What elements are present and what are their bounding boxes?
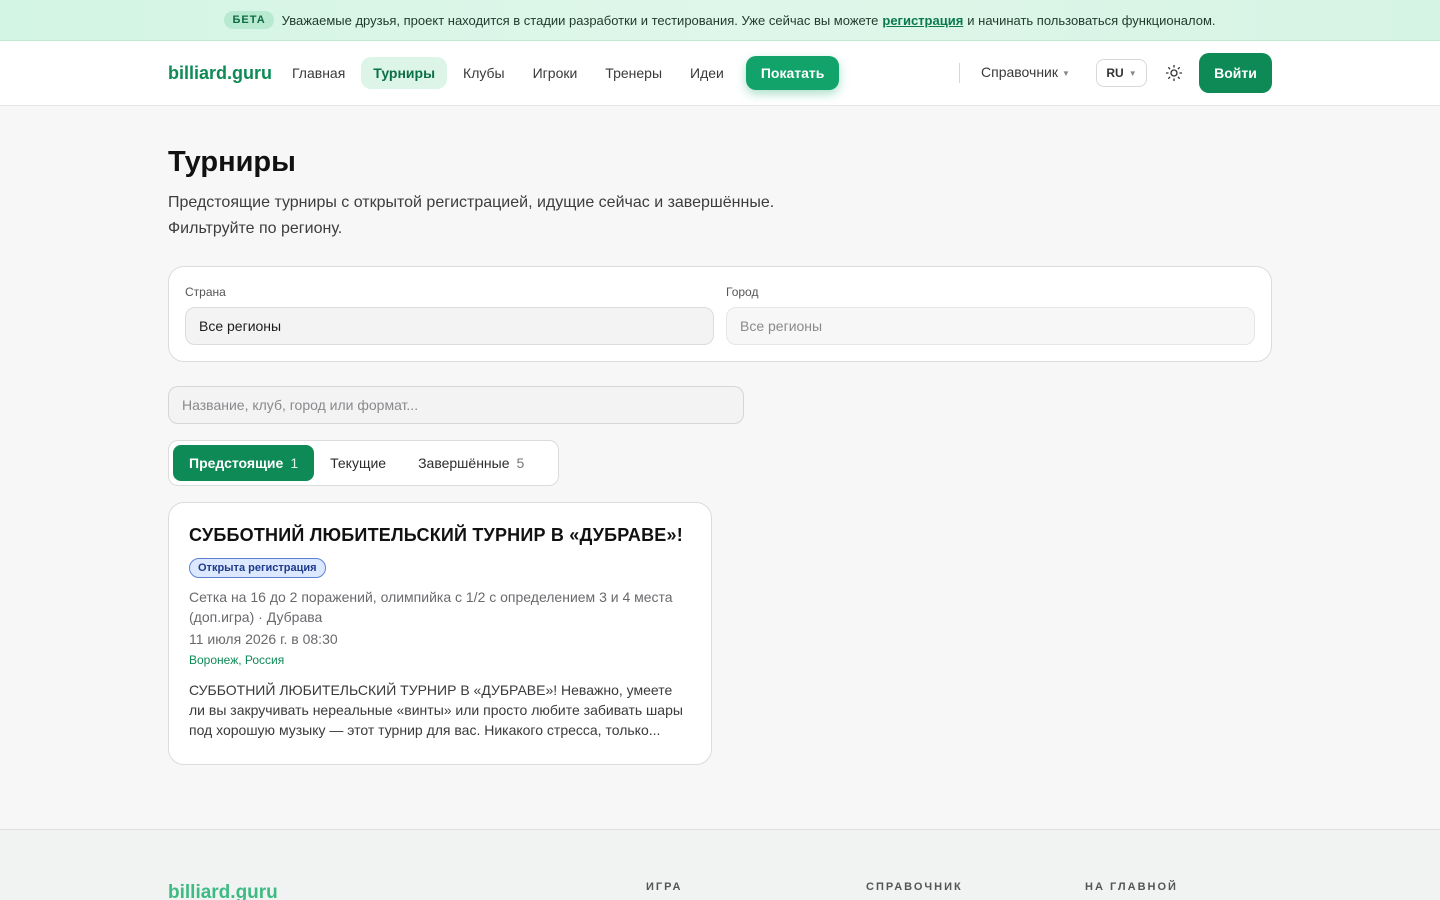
tab-current[interactable]: Текущие [314,445,402,481]
tournament-card[interactable]: СУББОТНИЙ ЛЮБИТЕЛЬСКИЙ ТУРНИР В «ДУБРАВЕ… [168,502,712,765]
page-title: Турниры [168,146,296,178]
site-logo[interactable]: billiard.guru [168,63,272,84]
tab-upcoming[interactable]: Предстоящие 1 [173,445,315,481]
theme-toggle-button[interactable] [1160,59,1188,87]
page-description: Предстоящие турниры с открытой регистрац… [168,194,775,237]
beta-banner: БЕТА Уважаемые друзья, проект находится … [0,0,1440,41]
tournament-tabs: Предстоящие 1 Текущие Завершённые 5 [168,440,559,486]
chevron-down-icon: ▼ [1128,68,1137,78]
nav-item-ideas[interactable]: Идеи [678,57,736,89]
nav-divider [959,63,960,83]
main-nav: Главная Турниры Клубы Игроки Тренеры Иде… [280,55,840,91]
tab-label: Завершённые [418,455,510,471]
nav-item-players[interactable]: Игроки [521,57,590,89]
footer-heading-game: ИГРА [646,881,683,893]
footer-logo[interactable]: billiard.guru [168,882,278,900]
nav-item-clubs[interactable]: Клубы [451,57,517,89]
beta-registration-link[interactable]: регистрация [882,13,963,28]
tournament-format: Сетка на 16 до 2 поражений, олимпийка с … [189,589,673,625]
nav-item-tournaments[interactable]: Турниры [361,57,448,89]
login-button[interactable]: Войти [1199,53,1272,93]
search-input[interactable] [168,386,744,424]
beta-badge: БЕТА [224,11,274,29]
reference-label: Справочник [981,64,1058,80]
tournament-title[interactable]: СУББОТНИЙ ЛЮБИТЕЛЬСКИЙ ТУРНИР В «ДУБРАВЕ… [189,525,691,546]
tab-label: Текущие [330,455,387,471]
status-badge: Открыта регистрация [189,558,326,578]
tab-count: 1 [290,455,299,471]
reference-dropdown[interactable]: Справочник ▼ [981,64,1070,80]
footer-heading-reference: СПРАВОЧНИК [866,881,963,893]
footer: billiard.guru ИГРА СПРАВОЧНИК НА ГЛАВНОЙ [0,829,1440,900]
beta-text: Уважаемые друзья, проект находится в ста… [281,12,879,28]
tournament-description: СУББОТНИЙ ЛЮБИТЕЛЬСКИЙ ТУРНИР В «ДУБРАВЕ… [189,682,683,738]
language-selector[interactable]: RU ▼ [1096,59,1147,87]
tab-count: 5 [516,455,525,471]
tab-finished[interactable]: Завершённые 5 [402,445,540,481]
chevron-down-icon: ▼ [1062,68,1070,78]
city-select[interactable]: Все регионы [726,307,1255,345]
country-select[interactable]: Все регионы [185,307,714,345]
beta-text-after: и начинать пользоваться функционалом. [967,12,1216,28]
language-label: RU [1106,66,1124,80]
top-header: billiard.guru Главная Турниры Клубы Игро… [0,41,1440,106]
footer-heading-home: НА ГЛАВНОЙ [1085,881,1178,893]
nav-item-coaches[interactable]: Тренеры [593,57,674,89]
play-button[interactable]: Покатать [745,56,840,90]
region-filter-card: Страна Все регионы Город Все регионы [168,266,1272,362]
tournament-date: 11 июля 2026 г. в 08:30 [189,631,338,647]
sun-icon [1165,64,1183,82]
tab-label: Предстоящие [189,455,284,471]
city-label: Город [726,285,759,299]
tournament-location: Воронеж, Россия [189,653,285,667]
nav-item-home[interactable]: Главная [280,57,357,89]
country-label: Страна [185,285,226,299]
